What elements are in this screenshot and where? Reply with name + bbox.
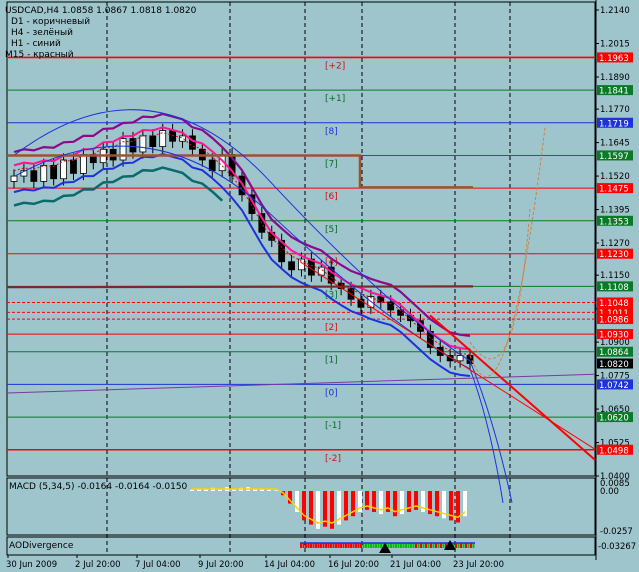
time-tick-label: 16 Jul 20:00 [328, 560, 379, 570]
price-tick-label: 1.1890 [600, 73, 630, 83]
legend-line: H4 - зелёный [11, 28, 73, 38]
murrey-level-label: [0] [325, 388, 338, 398]
main-panel-frame [6, 1, 596, 477]
time-tick-label: 30 Jun 2009 [6, 560, 57, 570]
price-level-tag-label: 1.1230 [599, 250, 629, 260]
price-tick-label: 1.1395 [600, 206, 630, 216]
price-level-tag-label: 1.0498 [599, 446, 629, 456]
price-level-tag-label: 1.1963 [599, 54, 629, 64]
time-tick-label: 9 Jul 20:00 [198, 560, 244, 570]
murrey-level-label: [-1] [325, 421, 341, 431]
macd-axis-label: -0.0257 [600, 527, 633, 537]
macd-axis-label: 0.00 [600, 487, 619, 497]
time-tick-label: 7 Jul 04:00 [135, 560, 181, 570]
price-level-tag-label: 1.1475 [599, 185, 629, 195]
candle-body [50, 164, 58, 180]
price-level-tag-label: 1.0620 [599, 414, 629, 424]
price-tick-label: 1.1770 [600, 105, 630, 115]
murrey-level-label: [+1] [325, 94, 345, 104]
macd-histogram-bar [190, 489, 194, 491]
price-level-tag-label: 1.0820 [599, 360, 629, 370]
price-level-tag-label: 1.1719 [599, 119, 629, 129]
price-tick-label: 1.1270 [600, 239, 630, 249]
time-tick-label: 14 Jul 04:00 [264, 560, 315, 570]
time-tick-label: 23 Jul 20:00 [453, 560, 504, 570]
chart-window[interactable]: [+2][+1][8][7][6][5][4][3][2][1][0][-1][… [0, 0, 639, 572]
price-tick-label: 1.2140 [600, 6, 630, 16]
legend-line: D1 - коричневый [11, 17, 91, 27]
macd-histogram-bar [267, 489, 271, 491]
murrey-level-label: [1] [325, 356, 338, 366]
macd-histogram-bar [379, 491, 383, 515]
murrey-level-label: [-2] [325, 454, 341, 464]
symbol-ohlc-line: USDCAD,H4 1.0858 1.0867 1.0818 1.0820 [5, 6, 197, 16]
candle-body [30, 170, 38, 182]
ao-label: AODivergence [9, 541, 74, 551]
price-level-tag-label: 1.0742 [599, 381, 629, 391]
murrey-level-label: [6] [325, 192, 338, 202]
candle-body [288, 261, 295, 271]
price-level-tag-label: 1.1597 [599, 152, 629, 162]
price-tick-label: 1.1645 [600, 139, 630, 149]
price-tick-label: 1.2015 [600, 40, 630, 50]
murrey-level-label: [8] [325, 127, 338, 137]
trend-line-red-thin [299, 261, 596, 450]
candle-body [60, 159, 67, 180]
price-tick-label: 1.1150 [600, 271, 630, 281]
murrey-level-label: [2] [325, 323, 338, 333]
candle-body [149, 135, 157, 148]
price-level-tag-label: 1.0864 [599, 348, 629, 358]
murrey-level-label: [7] [325, 159, 338, 169]
time-tick-label: 2 Jul 20:00 [75, 560, 121, 570]
projection-dotted [469, 127, 546, 377]
time-tick-label: 21 Jul 04:00 [390, 560, 441, 570]
murrey-level-label: [5] [325, 225, 338, 235]
candle-body [179, 135, 186, 142]
candle-body [79, 154, 87, 174]
legend-line: H1 - синий [11, 39, 61, 49]
price-level-tag-label: 1.0986 [599, 316, 629, 326]
ao-axis-label: -0.03267 [598, 542, 636, 552]
candle-body [70, 159, 77, 174]
price-level-tag-label: 1.1108 [599, 283, 629, 293]
price-tick-label: 1.1520 [600, 172, 630, 182]
price-level-tag-label: 1.1841 [599, 87, 629, 97]
chart-info: USDCAD,H4 1.0858 1.0867 1.0818 1.0820 D1… [5, 6, 196, 61]
legend-line: M15 - красный [5, 50, 74, 60]
candle-body [40, 164, 48, 182]
candle-body [139, 135, 147, 153]
macd-label: MACD (5,34,5) -0.0164 -0.0164 -0.0150 [9, 482, 188, 492]
murrey-level-label: [+2] [325, 61, 345, 71]
price-level-tag-label: 1.0930 [599, 331, 629, 341]
regression-channel-upper [14, 109, 513, 503]
d1-support-line [6, 285, 474, 289]
price-level-tag-label: 1.1353 [599, 217, 629, 227]
candle-body [10, 175, 18, 182]
